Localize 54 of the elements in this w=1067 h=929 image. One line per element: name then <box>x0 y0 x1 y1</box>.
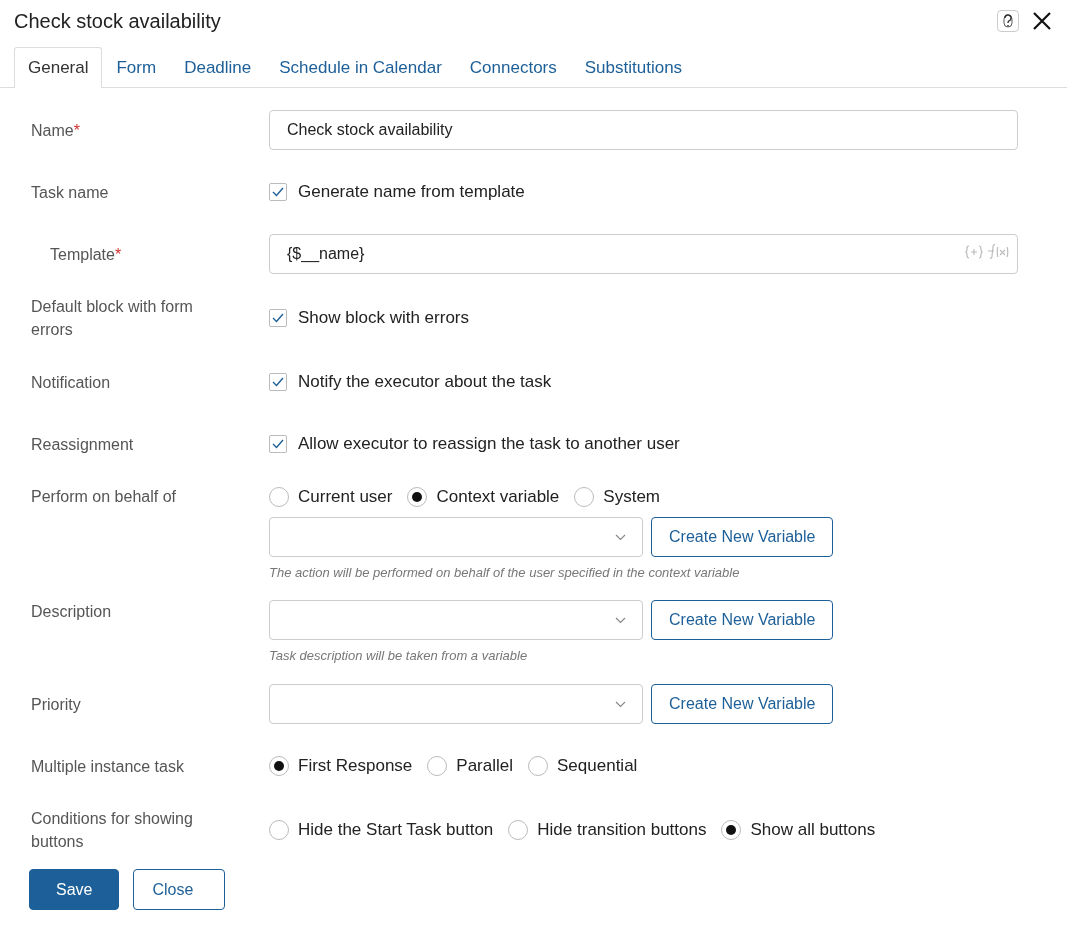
help-icon <box>1003 14 1013 28</box>
help-button[interactable] <box>997 10 1019 32</box>
close-button[interactable]: Close <box>133 869 226 910</box>
create-variable-button[interactable]: Create New Variable <box>651 600 834 640</box>
dropdown-field[interactable] <box>269 517 643 557</box>
window-title: Check stock availability <box>14 9 222 33</box>
radio-label: System <box>603 487 660 507</box>
radio-label: Hide transition buttons <box>537 820 707 840</box>
field-label: Perform on behalf of <box>31 487 177 507</box>
close-icon <box>1031 10 1053 32</box>
field-label: Multiple instance task <box>31 756 185 777</box>
checkbox[interactable] <box>269 309 287 327</box>
checkbox-label: Generate name from template <box>298 182 525 202</box>
chevron-icon <box>615 533 626 541</box>
field-label: Default block with form errors <box>31 297 194 340</box>
checkbox[interactable] <box>269 373 287 391</box>
chevron-icon <box>615 616 626 624</box>
checkbox[interactable] <box>269 435 287 453</box>
field-label: Reassignment <box>31 434 135 455</box>
field-label: Template* <box>49 244 123 265</box>
chevron-icon <box>615 700 626 708</box>
close-button[interactable] <box>1031 10 1053 32</box>
save-button[interactable]: Save <box>29 869 120 910</box>
checkbox[interactable] <box>269 183 287 201</box>
field-label: Task name <box>31 182 110 203</box>
radio-label: Context variable <box>436 487 560 507</box>
checkbox-label: Notify the executor about the task <box>298 372 552 392</box>
field-label: Notification <box>31 372 112 393</box>
field-label: Name* <box>31 120 81 141</box>
radio-label: Current user <box>298 487 393 507</box>
checkbox-label: Show block with errors <box>298 308 469 328</box>
tab[interactable]: General <box>14 47 103 88</box>
dropdown-field[interactable] <box>269 600 643 640</box>
radio-label: First Response <box>298 756 413 776</box>
create-variable-button[interactable]: Create New Variable <box>651 684 834 724</box>
tab[interactable]: Deadline <box>170 47 266 87</box>
radio-label: Show all buttons <box>750 820 876 840</box>
tab[interactable]: Form <box>102 47 171 87</box>
text-field[interactable]: Check stock availability <box>269 110 1018 150</box>
dropdown-field[interactable] <box>269 684 643 724</box>
radio-label: Parallel <box>456 756 514 776</box>
template-field[interactable]: {$__name} <box>269 234 1018 274</box>
radio-label: Hide the Start Task button <box>298 820 494 840</box>
tab[interactable]: Substitutions <box>570 47 697 87</box>
hint-text: Task description will be taken from a variable <box>269 648 529 663</box>
create-variable-button[interactable]: Create New Variable <box>651 517 834 557</box>
hint-text: The action will be performed on behalf of the user specified in the context variable <box>269 565 741 580</box>
checkbox-label: Allow executor to reassign the task to another user <box>298 434 680 454</box>
field-label: Conditions for showing buttons <box>31 809 194 852</box>
field-label: Description <box>31 602 113 622</box>
tab[interactable]: Connectors <box>455 47 571 87</box>
tab[interactable]: Schedule in Calendar <box>265 47 456 87</box>
field-label: Priority <box>31 694 82 715</box>
radio-label: Sequential <box>557 756 638 776</box>
